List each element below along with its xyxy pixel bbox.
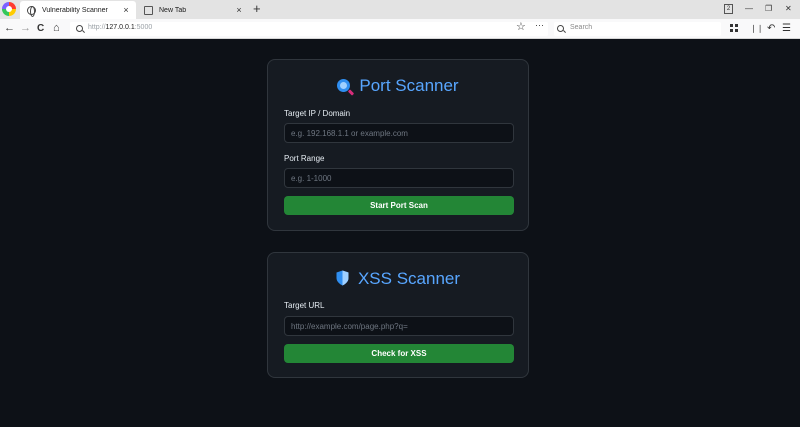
forward-button[interactable]: → — [20, 22, 31, 35]
port-scanner-card: Port Scanner Target IP / Domain Port Ran… — [267, 59, 529, 231]
tab-close-icon[interactable]: × — [232, 5, 246, 15]
start-port-scan-button[interactable]: Start Port Scan — [284, 196, 514, 215]
home-button[interactable]: ⌂ — [53, 22, 60, 35]
search-placeholder: Search — [570, 24, 593, 31]
magnifying-glass-icon — [337, 79, 351, 92]
port-range-label: Port Range — [284, 154, 325, 163]
search-bar[interactable]: Search — [554, 22, 721, 36]
bookmark-star-icon[interactable]: ☆ — [516, 21, 526, 34]
tab-vulnerability-scanner[interactable]: Vulnerability Scanner × — [20, 1, 136, 19]
apps-grid-icon[interactable] — [730, 24, 738, 32]
target-url-input[interactable] — [284, 316, 514, 336]
minimize-button[interactable]: — — [745, 3, 753, 15]
restore-button[interactable]: ❐ — [765, 3, 772, 15]
browser-tab-bar: Vulnerability Scanner × New Tab × + 2 — … — [0, 0, 800, 19]
close-window-button[interactable]: ✕ — [785, 3, 792, 15]
browser-logo-icon — [2, 2, 16, 16]
target-url-label: Target URL — [284, 301, 325, 310]
search-icon — [76, 25, 83, 32]
undo-icon[interactable]: ↶ — [767, 22, 775, 35]
page-actions-more-icon[interactable]: ··· — [535, 20, 544, 30]
tab-title: Vulnerability Scanner — [42, 6, 108, 14]
window-count-badge[interactable]: 2 — [724, 4, 733, 14]
address-bar[interactable]: http://127.0.0.1:5000 — [70, 22, 548, 36]
xss-scanner-title: XSS Scanner — [268, 269, 528, 289]
globe-icon — [27, 5, 36, 17]
newtab-icon — [144, 5, 153, 15]
shield-icon — [336, 270, 349, 286]
tab-close-icon[interactable]: × — [119, 5, 133, 15]
check-xss-button[interactable]: Check for XSS — [284, 344, 514, 363]
address-text: http://127.0.0.1:5000 — [88, 24, 153, 31]
port-scanner-title: Port Scanner — [268, 76, 528, 96]
search-icon — [557, 25, 564, 32]
menu-icon[interactable]: ☰ — [782, 22, 791, 35]
tab-title: New Tab — [159, 6, 187, 14]
target-ip-input[interactable] — [284, 123, 514, 143]
tab-new-tab[interactable]: New Tab × — [137, 1, 249, 19]
library-icon[interactable]: ❘❘ — [750, 22, 763, 35]
new-tab-button[interactable]: + — [253, 2, 261, 16]
browser-nav-bar: ← → C ⌂ http://127.0.0.1:5000 ☆ ··· Sear… — [0, 19, 800, 39]
xss-scanner-card: XSS Scanner Target URL Check for XSS — [267, 252, 529, 378]
back-button[interactable]: ← — [4, 22, 15, 35]
reload-button[interactable]: C — [37, 22, 44, 35]
target-ip-label: Target IP / Domain — [284, 109, 351, 118]
port-range-input[interactable] — [284, 168, 514, 188]
